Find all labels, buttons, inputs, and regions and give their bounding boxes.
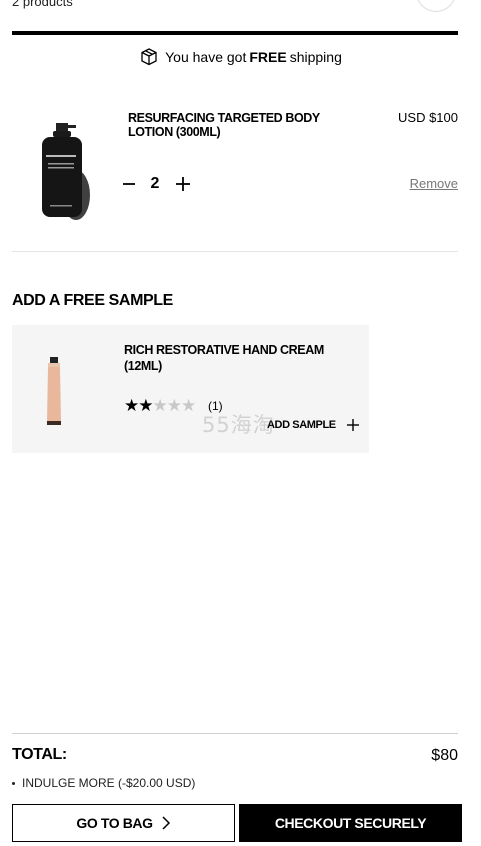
sample-heading: ADD A FREE SAMPLE: [12, 292, 173, 309]
sample-title[interactable]: RICH RESTORATIVE HAND CREAM (12ML): [124, 342, 339, 374]
star-filled-icon: ★: [138, 396, 153, 415]
free-shipping-banner: You have got FREE shipping: [0, 46, 481, 68]
shipping-highlight: FREE: [249, 49, 287, 65]
shipping-progress-bar: [12, 31, 458, 35]
close-button[interactable]: [416, 0, 456, 12]
plus-icon[interactable]: [172, 173, 194, 195]
discount-text: INDULGE MORE (-$20.00 USD): [22, 776, 196, 790]
bullet-icon: [12, 782, 15, 786]
shipping-suffix: shipping: [289, 49, 342, 65]
minus-icon[interactable]: [118, 173, 140, 195]
go-to-bag-label: GO TO BAG: [76, 815, 153, 831]
add-sample-label: ADD SAMPLE: [267, 419, 336, 431]
watermark: 55海淘: [202, 413, 275, 437]
product-title[interactable]: RESURFACING TARGETED BODY LOTION (300ML): [128, 111, 338, 139]
star-empty-icon: ★: [152, 396, 168, 415]
product-image: [42, 123, 90, 220]
chevron-right-icon: [162, 816, 170, 830]
product-count: 2 products: [12, 0, 73, 9]
total-value: $80: [431, 747, 458, 764]
product-price: USD $100: [398, 110, 458, 125]
sample-image: [47, 357, 61, 425]
star-empty-icon: ★: [181, 396, 196, 415]
divider: [12, 251, 458, 252]
rating-stars: ★★★★★: [124, 396, 196, 416]
sample-card: RICH RESTORATIVE HAND CREAM (12ML) ★★★★★…: [12, 325, 369, 453]
star-empty-icon: ★: [166, 396, 182, 415]
box-icon: [141, 48, 157, 66]
remove-link[interactable]: Remove: [390, 176, 458, 191]
go-to-bag-button[interactable]: GO TO BAG: [12, 804, 235, 842]
divider: [12, 733, 458, 734]
star-filled-icon: ★: [124, 396, 139, 415]
plus-icon: [346, 419, 359, 431]
shipping-prefix: You have got: [165, 49, 247, 65]
quantity-value: 2: [150, 175, 160, 192]
total-label: TOTAL:: [12, 746, 67, 763]
add-sample-button[interactable]: ADD SAMPLE: [267, 418, 360, 432]
discount-line: INDULGE MORE (-$20.00 USD): [12, 776, 195, 790]
checkout-button[interactable]: CHECKOUT SECURELY: [239, 804, 462, 842]
